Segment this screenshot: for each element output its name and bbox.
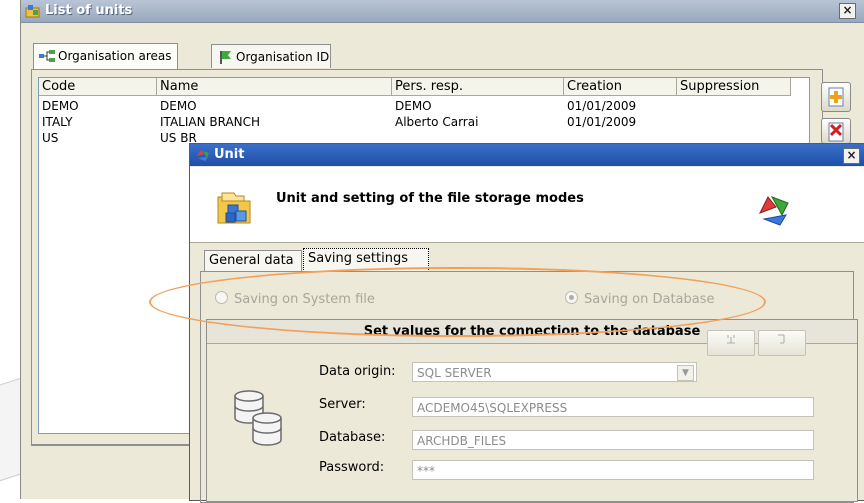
cell-code: DEMO	[42, 99, 79, 113]
cell-name: ITALIAN BRANCH	[160, 115, 261, 129]
cell-creation: 01/01/2009	[567, 115, 637, 129]
chevron-down-icon[interactable]: ▼	[677, 365, 694, 381]
cell-code: ITALY	[42, 115, 73, 129]
database-icon	[234, 390, 282, 446]
cell-pers-resp: Alberto Carrai	[395, 115, 479, 129]
database-value: ARCHDB_FILES	[417, 434, 507, 448]
data-origin-label: Data origin:	[319, 364, 396, 379]
server-value: ACDEMO45\SQLEXPRESS	[417, 401, 568, 415]
column-header-suppression[interactable]: Suppression	[677, 78, 791, 96]
column-header-code[interactable]: Code	[39, 78, 157, 96]
outer-window-title: List of units	[45, 3, 133, 18]
unit-dialog: Unit × Unit and setting of the file stor…	[149, 143, 864, 503]
table-header: Code Name Pers. resp. Creation Suppressi…	[39, 78, 791, 97]
table-row[interactable]: ITALY ITALIAN BRANCH Alberto Carrai 01/0…	[39, 114, 791, 130]
folder-cubes-icon	[217, 192, 251, 224]
password-value: ***	[417, 464, 435, 478]
database-label: Database:	[319, 430, 386, 445]
tab-organisation-areas-label: Organisation areas	[58, 49, 172, 63]
column-header-creation[interactable]: Creation	[564, 78, 677, 96]
outer-close-button[interactable]: ×	[839, 3, 856, 19]
tab-organisation-areas[interactable]: Organisation areas	[33, 43, 178, 69]
data-origin-value: SQL SERVER	[417, 366, 492, 380]
tab-organisation-id-label: Organisation ID	[236, 50, 330, 64]
add-unit-button[interactable]	[821, 82, 851, 112]
tab-organisation-id[interactable]: Organisation ID	[211, 44, 331, 68]
dialog-title: Unit	[214, 147, 245, 162]
dialog-close-button[interactable]: ×	[843, 148, 860, 164]
cell-name: DEMO	[160, 99, 197, 113]
tab-general-data[interactable]: General data	[204, 250, 302, 271]
outer-title-bar: List of units ×	[21, 0, 864, 23]
column-header-name[interactable]: Name	[157, 78, 392, 96]
cell-pers-resp: DEMO	[395, 99, 432, 113]
hierarchy-icon	[39, 50, 55, 62]
password-label: Password:	[319, 460, 385, 475]
tool-icon	[778, 334, 785, 344]
table-row[interactable]: DEMO DEMO DEMO 01/01/2009	[39, 98, 791, 114]
dialog-header: Unit and setting of the file storage mod…	[190, 167, 864, 243]
db-test-button[interactable]	[758, 330, 806, 356]
highlight-annotation-ellipse	[149, 267, 766, 337]
flag-icon	[220, 51, 231, 64]
data-origin-select[interactable]: SQL SERVER ▼	[412, 362, 697, 382]
server-label: Server:	[319, 397, 366, 412]
units-window-icon	[25, 5, 40, 18]
delete-unit-button[interactable]	[821, 118, 851, 144]
dialog-title-bar: Unit ×	[190, 144, 864, 166]
add-document-icon	[828, 87, 844, 107]
cell-creation: 01/01/2009	[567, 99, 637, 113]
column-header-pers-resp[interactable]: Pers. resp.	[392, 78, 564, 96]
password-field[interactable]: ***	[412, 460, 814, 480]
delete-document-icon	[828, 122, 844, 142]
db-connect-button[interactable]	[707, 330, 755, 356]
recycle-small-icon	[197, 150, 209, 161]
server-field[interactable]: ACDEMO45\SQLEXPRESS	[412, 397, 814, 417]
database-field[interactable]: ARCHDB_FILES	[412, 430, 814, 450]
recycle-icon	[758, 196, 789, 226]
dialog-header-text: Unit and setting of the file storage mod…	[276, 191, 584, 206]
cell-code: US	[42, 131, 59, 145]
plug-icon	[727, 335, 735, 344]
